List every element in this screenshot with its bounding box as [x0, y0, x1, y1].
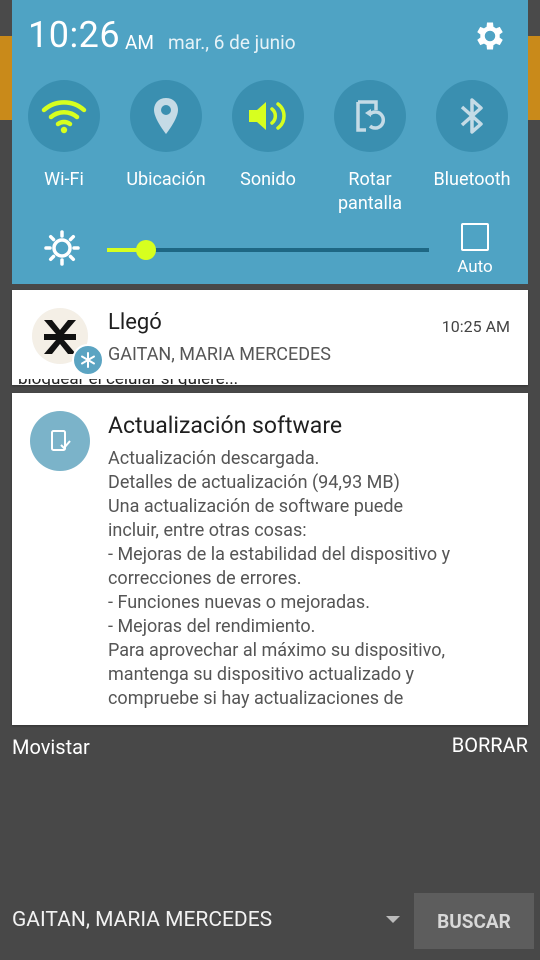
notification-body-line: - Funciones nuevas o mejoradas. — [108, 592, 370, 613]
clock-time: 10:26 — [28, 14, 121, 56]
wifi-icon — [41, 100, 87, 134]
tile-sound[interactable]: Sonido — [218, 80, 318, 192]
tile-wifi[interactable]: Wi-Fi — [14, 80, 114, 192]
search-button[interactable]: BUSCAR — [414, 893, 534, 949]
tile-label: Sonido — [240, 169, 296, 190]
notification-time: 10:25 AM — [441, 317, 510, 336]
notification-card[interactable]: Llegó 10:25 AM GAITAN, MARIA MERCEDES — [12, 290, 528, 385]
notification-subtitle: GAITAN, MARIA MERCEDES — [108, 344, 331, 365]
bluetooth-icon — [460, 98, 483, 134]
snowflake-icon — [72, 344, 104, 376]
chevron-down-icon[interactable] — [386, 916, 400, 923]
notification-body-line: Actualización descargada. — [108, 448, 320, 469]
notification-body-line: Una actualización de software puede — [108, 496, 404, 517]
tile-label: Bluetooth — [433, 169, 511, 190]
tile-bluetooth[interactable]: Bluetooth — [422, 80, 522, 192]
brightness-slider-thumb[interactable] — [135, 240, 156, 260]
auto-brightness-label: Auto — [457, 257, 493, 277]
clock-ampm: AM — [125, 31, 154, 54]
gear-icon[interactable] — [472, 18, 508, 54]
tile-location[interactable]: Ubicación — [116, 80, 216, 192]
software-update-icon — [30, 411, 90, 471]
tile-label: Wi-Fi — [44, 169, 84, 190]
notification-body-line: Para aprovechar al máximo su dispositivo… — [108, 640, 446, 661]
notification-body: Actualización descargada. Detalles de ac… — [108, 447, 520, 711]
notification-title: Llegó — [108, 310, 162, 335]
notification-body-line: compruebe si hay actualizaciones de — [108, 688, 404, 709]
clear-notifications-button[interactable]: BORRAR — [452, 733, 528, 757]
date-label: mar., 6 de junio — [168, 31, 296, 54]
notification-body-line: correcciones de errores. — [108, 568, 302, 589]
brightness-icon — [44, 230, 80, 266]
location-icon — [154, 98, 178, 134]
tile-rotate[interactable]: Rotar pantalla — [320, 80, 420, 216]
rotate-icon — [356, 100, 386, 132]
auto-brightness-checkbox[interactable] — [461, 223, 489, 251]
notification-card[interactable]: Actualización software Actualización des… — [12, 393, 528, 725]
sound-icon — [249, 102, 286, 130]
notification-title: Actualización software — [108, 412, 343, 439]
name-dropdown[interactable]: GAITAN, MARIA MERCEDES — [12, 908, 272, 932]
background-app-text: bloquear el celular si quiere... — [18, 379, 318, 385]
carrier-label: Movistar — [12, 735, 90, 759]
notification-body-line: Detalles de actualización (94,93 MB) — [108, 472, 400, 493]
tile-label: Ubicación — [126, 169, 206, 190]
notification-body-line: - Mejoras del rendimiento. — [108, 616, 316, 637]
tile-label: Rotar pantalla — [337, 169, 403, 214]
notification-body-line: - Mejoras de la estabilidad del disposit… — [108, 544, 451, 565]
notification-body-line: incluir, entre otras cosas: — [108, 520, 307, 541]
quick-settings-panel: 10:26 AM mar., 6 de junio Wi-Fi Ubicació… — [12, 0, 528, 284]
notification-body-line: mantenga su dispositivo actualizado y — [108, 664, 415, 685]
